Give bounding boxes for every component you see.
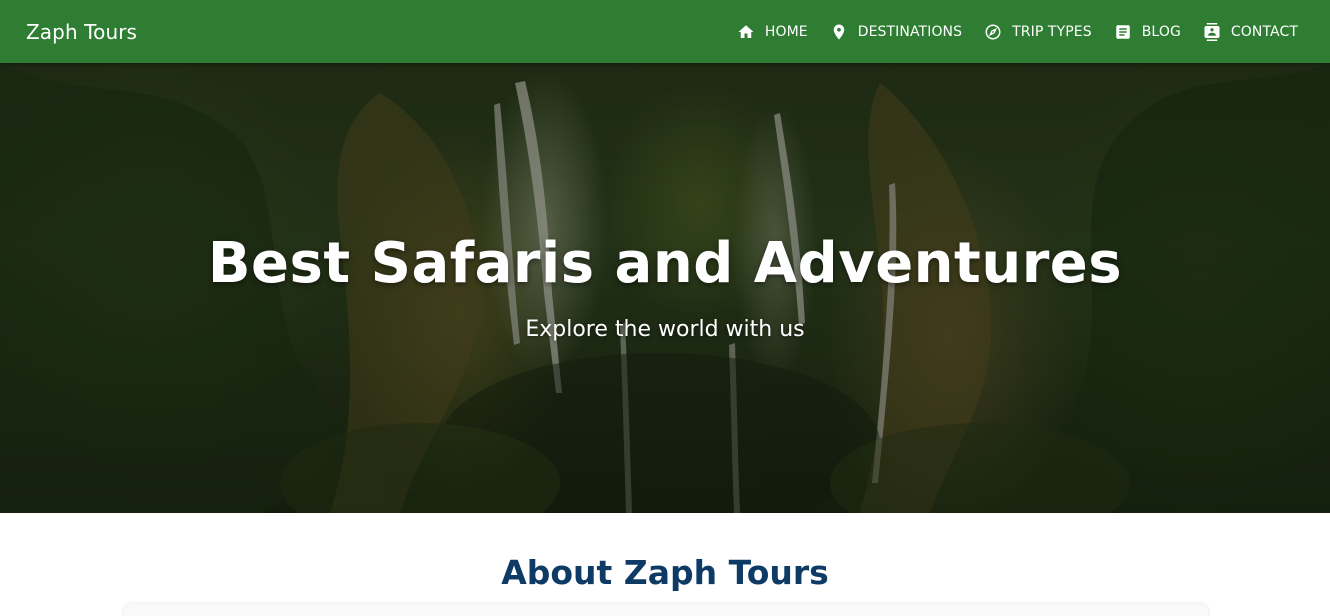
hero-title: Best Safaris and Adventures bbox=[207, 231, 1123, 296]
nav-links: HOME DESTINATIONS TRIP TYPES BLOG CONTAC… bbox=[737, 0, 1298, 63]
article-icon bbox=[1114, 23, 1132, 41]
nav-blog[interactable]: BLOG bbox=[1092, 0, 1181, 63]
nav-destinations-label: DESTINATIONS bbox=[857, 23, 963, 40]
top-navbar: Zaph Tours HOME DESTINATIONS TRIP TYPES … bbox=[0, 0, 1330, 63]
nav-contact-label: CONTACT bbox=[1230, 23, 1298, 40]
nav-blog-label: BLOG bbox=[1141, 23, 1181, 40]
about-card bbox=[124, 604, 1208, 616]
hero-banner: Best Safaris and Adventures Explore the … bbox=[0, 63, 1330, 513]
nav-contact[interactable]: CONTACT bbox=[1181, 0, 1298, 63]
nav-home[interactable]: HOME bbox=[737, 0, 808, 63]
about-heading: About Zaph Tours bbox=[501, 553, 829, 592]
nav-destinations[interactable]: DESTINATIONS bbox=[808, 0, 962, 63]
nav-home-label: HOME bbox=[764, 23, 808, 40]
nav-trip-types[interactable]: TRIP TYPES bbox=[962, 0, 1092, 63]
nav-trip-types-label: TRIP TYPES bbox=[1012, 23, 1092, 40]
location-pin-icon bbox=[830, 23, 848, 41]
compass-icon bbox=[984, 23, 1002, 41]
hero-subtitle: Explore the world with us bbox=[525, 317, 805, 342]
home-icon bbox=[737, 23, 755, 41]
brand-logo-link[interactable]: Zaph Tours bbox=[26, 20, 137, 44]
contact-card-icon bbox=[1203, 22, 1221, 41]
